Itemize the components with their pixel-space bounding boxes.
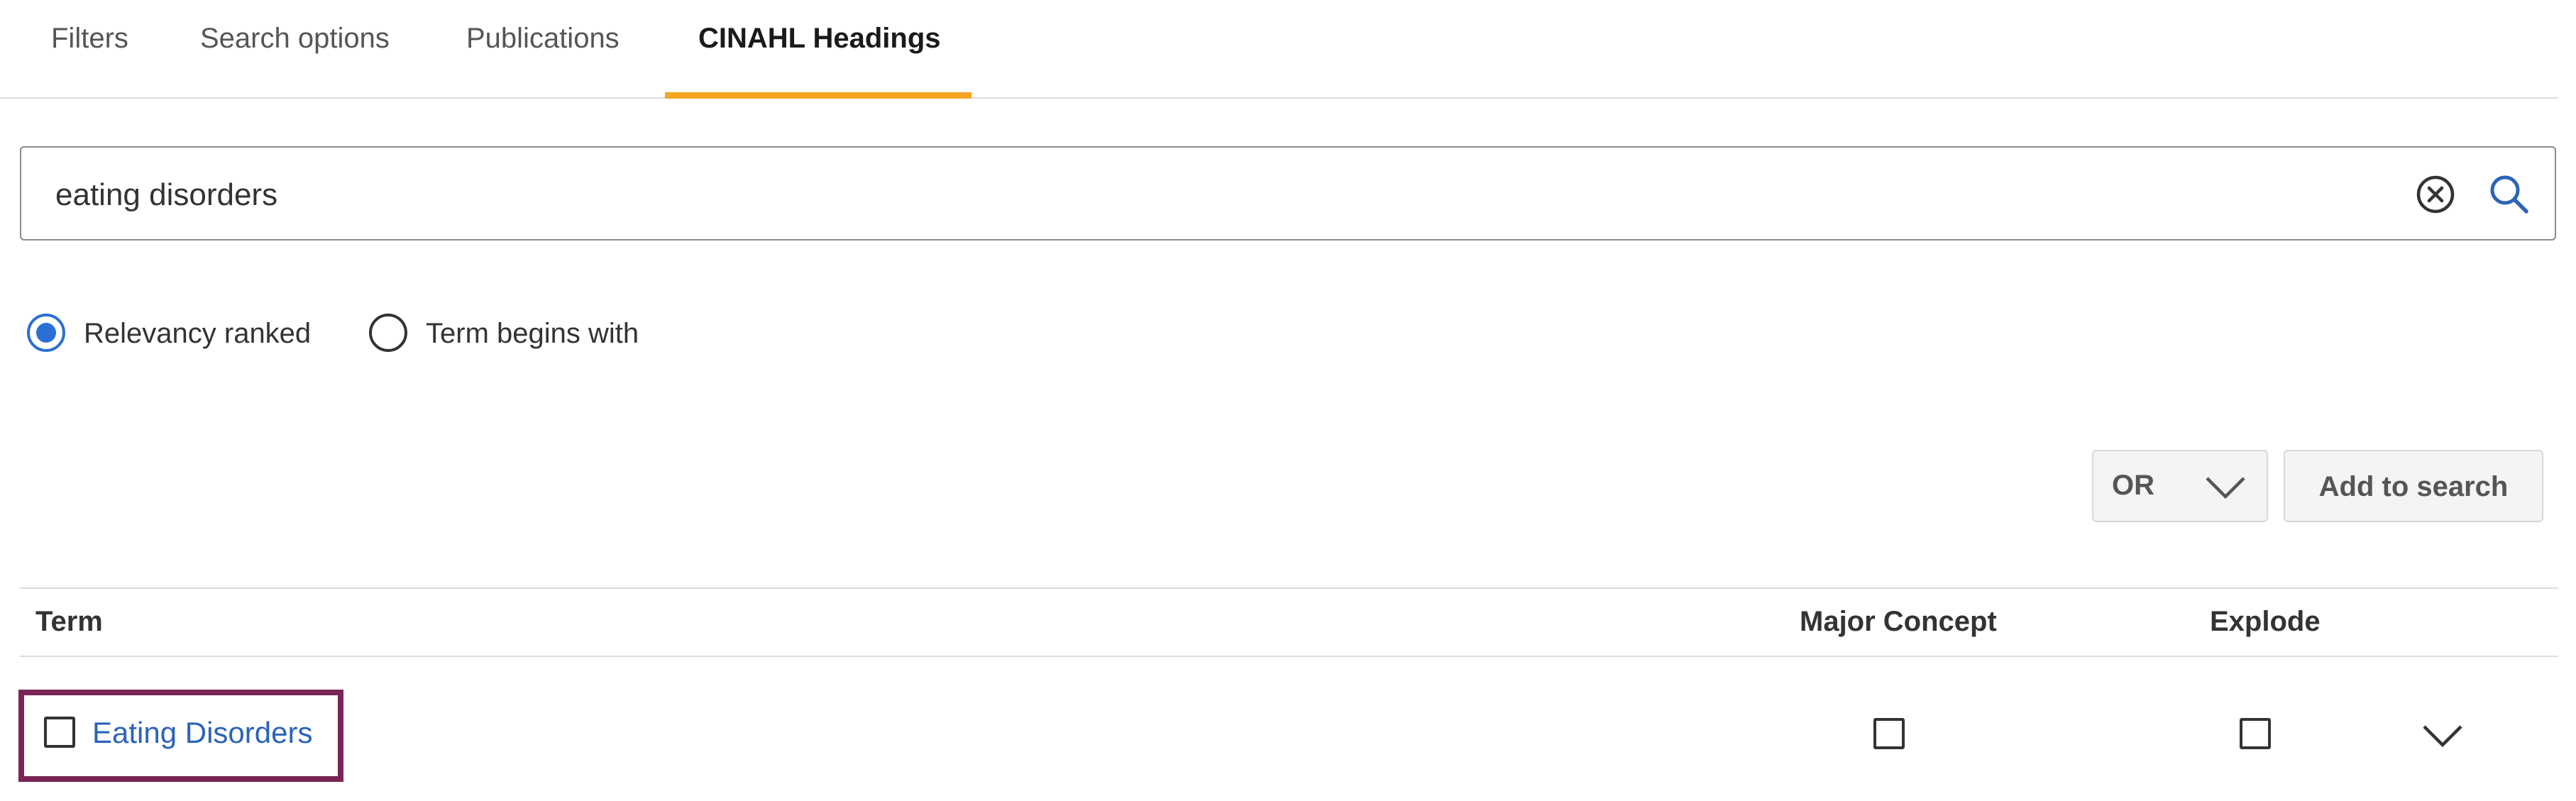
radio-selected-icon [27,314,65,352]
add-to-search-button[interactable]: Add to search [2284,450,2543,522]
radio-term-begins-with[interactable]: Term begins with [369,312,695,356]
radio-term-begins-with-label: Term begins with [426,318,639,349]
radio-unselected-icon [369,314,407,352]
term-select-checkbox[interactable] [44,717,75,748]
column-explode: Explode [2210,606,2321,637]
table-header: Term Major Concept Explode [20,587,2558,657]
headings-search-box [20,146,2556,241]
clear-icon[interactable] [2414,173,2457,219]
tab-search-options-label: Search options [200,23,390,54]
active-tab-indicator [665,92,971,99]
headings-search-input[interactable] [54,169,2399,221]
tab-publications[interactable]: Publications [466,0,658,97]
radio-relevancy-ranked-label: Relevancy ranked [84,318,312,349]
tab-bar: Filters Search options Publications CINA… [0,0,2558,99]
table-row: Eating Disorders [0,656,2576,801]
tab-cinahl-headings[interactable]: CINAHL Headings [665,0,971,99]
search-icon[interactable] [2487,172,2532,221]
column-term: Term [35,606,103,637]
tab-filters[interactable]: Filters [51,0,143,97]
operator-value: OR [2112,470,2154,501]
term-link[interactable]: Eating Disorders [92,716,312,750]
major-concept-checkbox[interactable] [1873,718,1905,749]
tab-filters-label: Filters [51,23,128,54]
boolean-operator-select[interactable]: OR [2092,450,2268,522]
tab-publications-label: Publications [466,23,620,54]
chevron-down-icon[interactable] [2421,722,2464,749]
explode-checkbox[interactable] [2240,718,2271,749]
chevron-down-icon [2206,477,2245,499]
tab-search-options[interactable]: Search options [200,0,413,97]
column-major-concept: Major Concept [1800,606,1997,637]
tab-cinahl-headings-label: CINAHL Headings [698,23,941,54]
radio-relevancy-ranked[interactable]: Relevancy ranked [27,312,325,356]
